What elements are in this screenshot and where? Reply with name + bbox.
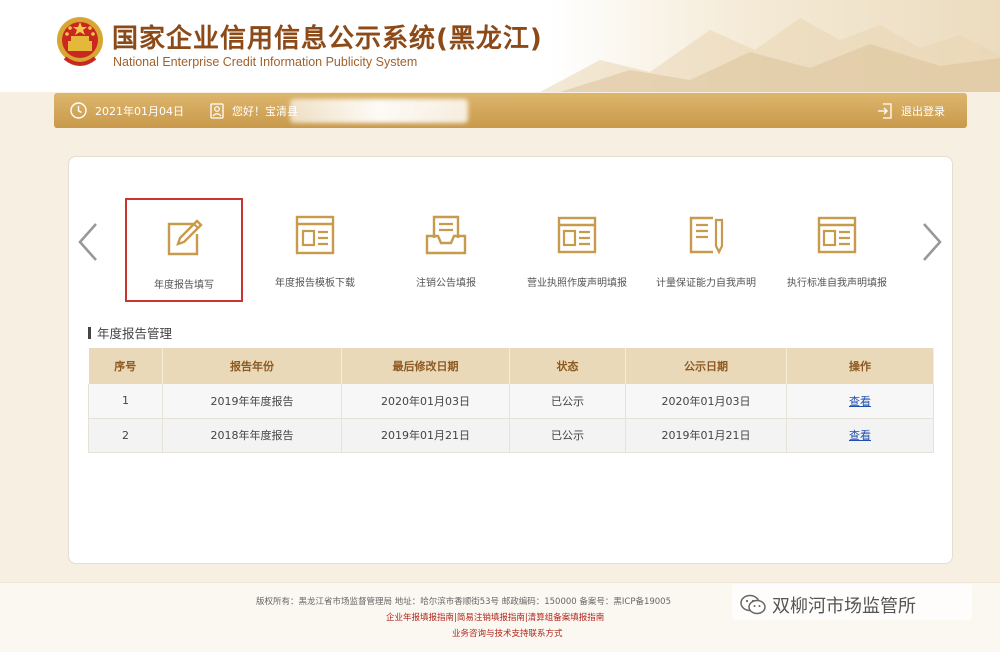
annual-report-table: 序号 报告年份 最后修改日期 状态 公示日期 操作 1 2019年年度报告 20… <box>88 348 934 453</box>
func-standard-self-declaration[interactable]: 执行标准自我声明填报 <box>778 198 896 302</box>
watermark: 双柳河市场监管所 <box>740 592 916 618</box>
row-number: 2 <box>88 418 163 453</box>
column-header: 报告年份 <box>162 348 342 384</box>
license-icon <box>557 216 597 254</box>
template-icon <box>295 215 335 255</box>
func-license-void-declaration[interactable]: 营业执照作废声明填报 <box>518 198 636 302</box>
mountain-background <box>540 18 1000 92</box>
section-marker <box>88 326 91 339</box>
inbox-icon <box>425 215 467 255</box>
publish-date: 2020年01月03日 <box>625 384 787 419</box>
section-title-text: 年度报告管理 <box>97 326 173 341</box>
support-contact-link[interactable]: 业务咨询与技术支持联系方式 <box>452 627 563 639</box>
logout-label: 退出登录 <box>901 104 945 118</box>
view-link[interactable]: 查看 <box>849 429 871 442</box>
section-title: 年度报告管理 <box>88 323 172 342</box>
edit-icon <box>167 219 203 256</box>
column-header: 公示日期 <box>625 348 787 384</box>
logout-icon <box>878 102 892 119</box>
table-row: 1 2019年年度报告 2020年01月03日 已公示 2020年01月03日 … <box>88 384 934 419</box>
national-emblem-icon <box>57 17 103 66</box>
date-display: 2021年01月04日 <box>70 93 184 128</box>
copyright-text: 版权所有：黑龙江省市场监督管理局 地址：哈尔滨市香顺街53号 邮政编码：1500… <box>256 597 671 607</box>
func-annual-report-fill[interactable]: 年度报告填写 <box>125 198 243 302</box>
guide-links[interactable]: 企业年报填报指南|简易注销填报指南|清算组备案填报指南 <box>386 611 604 623</box>
carousel-next-arrow-icon[interactable] <box>918 220 946 264</box>
logout-button[interactable]: 退出登录 <box>877 93 945 128</box>
func-label: 执行标准自我声明填报 <box>787 278 887 289</box>
func-annual-template-download[interactable]: 年度报告模板下载 <box>256 198 374 302</box>
greeting-text: 您好！宝清县 <box>232 104 298 118</box>
action-cell: 查看 <box>786 418 934 453</box>
standard-icon <box>817 216 857 254</box>
document-pen-icon <box>689 216 724 255</box>
last-modified-date: 2019年01月21日 <box>341 418 510 453</box>
watermark-text: 双柳河市场监管所 <box>772 596 916 617</box>
site-title: 国家企业信用信息公示系统(黑龙江) <box>112 24 543 54</box>
func-label: 营业执照作废声明填报 <box>527 278 627 289</box>
table-row: 2 2018年年度报告 2019年01月21日 已公示 2019年01月21日 … <box>88 418 934 453</box>
clock-icon <box>70 102 87 119</box>
carousel-prev-arrow-icon[interactable] <box>74 220 102 264</box>
column-header: 状态 <box>509 348 626 384</box>
report-year: 2019年年度报告 <box>162 384 342 419</box>
func-metrology-self-declaration[interactable]: 计量保证能力自我声明 <box>647 198 765 302</box>
publish-date: 2019年01月21日 <box>625 418 787 453</box>
func-label: 年度报告填写 <box>154 280 214 291</box>
status-text: 已公示 <box>509 384 626 419</box>
func-label: 计量保证能力自我声明 <box>656 278 756 289</box>
column-header: 序号 <box>88 348 163 384</box>
user-bar: 2021年01月04日 您好！宝清县 退出登录 <box>54 93 967 128</box>
func-label: 注销公告填报 <box>416 278 476 289</box>
wechat-icon <box>740 594 766 615</box>
view-link[interactable]: 查看 <box>849 395 871 408</box>
row-number: 1 <box>88 384 163 419</box>
current-date: 2021年01月04日 <box>95 104 184 118</box>
user-card-icon <box>210 102 224 119</box>
func-label: 年度报告模板下载 <box>275 278 355 289</box>
redacted-username-blur <box>290 99 468 123</box>
column-header: 操作 <box>786 348 934 384</box>
last-modified-date: 2020年01月03日 <box>341 384 510 419</box>
column-header: 最后修改日期 <box>341 348 510 384</box>
func-cancellation-announcement[interactable]: 注销公告填报 <box>387 198 505 302</box>
table-header-row: 序号 报告年份 最后修改日期 状态 公示日期 操作 <box>88 348 934 384</box>
report-year: 2018年年度报告 <box>162 418 342 453</box>
action-cell: 查看 <box>786 384 934 419</box>
site-subtitle: National Enterprise Credit Information P… <box>113 55 418 69</box>
user-greeting: 您好！宝清县 <box>210 93 298 128</box>
site-header: 国家企业信用信息公示系统(黑龙江) National Enterprise Cr… <box>0 0 1000 92</box>
status-text: 已公示 <box>509 418 626 453</box>
